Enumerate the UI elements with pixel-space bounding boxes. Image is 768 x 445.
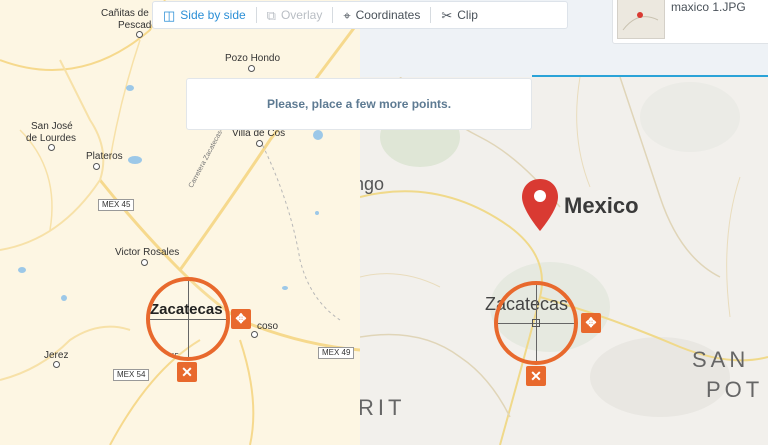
overlay-icon: ⧉ — [266, 7, 276, 23]
delete-point-button[interactable]: ✕ — [177, 362, 197, 382]
coordinates-button[interactable]: ⌖ Coordinates — [333, 2, 430, 28]
target-label-san-luis-2: POT — [706, 377, 764, 402]
highway-shield-mex49: MEX 49 — [318, 347, 355, 359]
crosshair-vertical — [188, 281, 189, 357]
source-control-point[interactable]: Zacatecas 45 — [146, 277, 230, 361]
close-icon: ✕ — [181, 364, 193, 380]
place-jerez-label: Jerez — [44, 350, 69, 361]
place-san-jose-dot — [48, 144, 55, 151]
place-villa-de-cos-dot — [256, 140, 263, 147]
crosshair-center-icon — [532, 319, 540, 327]
target-label-durango: ngo — [360, 174, 385, 194]
place-pozo-hondo-label: Pozo Hondo — [225, 53, 281, 64]
highway-shield-mex54: MEX 54 — [113, 369, 150, 381]
image-filename: maxico 1.JPG — [671, 0, 746, 14]
lens-label-zacatecas: Zacatecas — [150, 301, 223, 318]
place-canitas-label: Cañitas de — [101, 8, 149, 19]
place-san-jose-label-2: de Lourdes — [26, 133, 77, 144]
place-plateros-dot — [93, 163, 100, 170]
place-jerez-dot — [53, 361, 60, 368]
view-mode-toolbar: ◫ Side by side ⧉ Overlay ⌖ Coordinates ✂… — [152, 1, 568, 29]
target-control-point[interactable] — [494, 281, 578, 365]
clip-button[interactable]: ✂ Clip — [431, 2, 488, 28]
overlay-label: Overlay — [280, 8, 323, 22]
place-guadalupe-dot — [251, 331, 258, 338]
target-label-nayarit: RIT — [360, 395, 406, 420]
scissors-icon: ✂ — [441, 7, 453, 23]
overlay-button[interactable]: ⧉ Overlay — [257, 2, 333, 28]
thumbnail-map-icon — [622, 12, 659, 31]
side-by-side-button[interactable]: ◫ Side by side — [153, 2, 256, 28]
place-san-jose-label: San José — [31, 121, 73, 132]
crosshair-icon: ⌖ — [343, 7, 351, 23]
place-victor-rosales-dot — [141, 259, 148, 266]
split-view-icon: ◫ — [163, 7, 176, 23]
map-pin-icon — [522, 179, 558, 231]
place-canitas-dot — [136, 31, 143, 38]
image-thumbnail — [617, 0, 665, 39]
target-label-san-luis-1: SAN — [692, 347, 750, 372]
move-point-button[interactable]: ✥ — [581, 313, 601, 333]
delete-point-button[interactable]: ✕ — [526, 366, 546, 386]
instruction-message: Please, place a few more points. — [186, 78, 532, 130]
target-label-mexico: Mexico — [564, 193, 639, 218]
target-image[interactable]: ngo Mexico Zacatecas SAN POT RIT — [360, 77, 768, 445]
move-arrows-icon: ✥ — [235, 311, 247, 326]
clip-label: Clip — [457, 8, 478, 22]
move-arrows-icon: ✥ — [585, 315, 597, 330]
image-thumbnail-card[interactable]: maxico 1.JPG — [612, 0, 768, 44]
place-guadalupe-label: coso — [257, 321, 279, 332]
place-victor-rosales-label: Victor Rosales — [115, 247, 180, 258]
coordinates-label: Coordinates — [355, 8, 421, 22]
close-icon: ✕ — [530, 368, 542, 384]
place-plateros-label: Plateros — [86, 151, 123, 162]
move-point-button[interactable]: ✥ — [231, 309, 251, 329]
side-by-side-label: Side by side — [180, 8, 246, 22]
place-pozo-hondo-dot — [248, 65, 255, 72]
highway-shield-mex45: MEX 45 — [98, 199, 135, 211]
